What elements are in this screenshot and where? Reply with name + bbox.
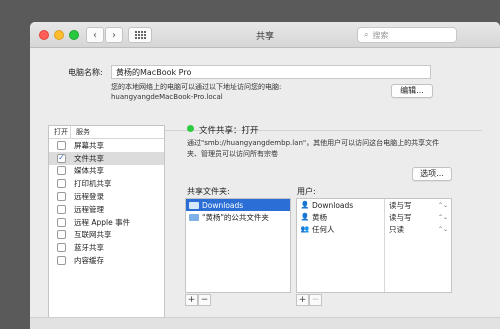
- add-user-button[interactable]: +: [296, 294, 309, 306]
- folder-row-public[interactable]: "黄杨"的公共文件夹: [186, 211, 290, 223]
- options-button[interactable]: 选项...: [412, 167, 452, 181]
- shared-folders-list: Downloads "黄杨"的公共文件夹: [185, 198, 291, 293]
- checkbox[interactable]: [57, 256, 66, 266]
- title-bar: ‹ › 共享 ⌕: [30, 22, 500, 48]
- permission-value: 只读: [389, 224, 404, 234]
- service-label: 屏幕共享: [74, 140, 104, 150]
- service-row-internet-sharing[interactable]: 互联网共享: [49, 229, 164, 242]
- service-label: 文件共享: [74, 153, 104, 163]
- service-row-bluetooth-sharing[interactable]: 蓝牙共享: [49, 241, 164, 254]
- permission-value: 读与写: [389, 212, 412, 222]
- status-indicator: [187, 125, 194, 132]
- checkbox[interactable]: [57, 230, 66, 240]
- checkmark-icon: ✓: [58, 153, 65, 163]
- network-access-info: 您的本地网络上的电脑可以通过以下地址访问您的电脑:: [111, 83, 282, 91]
- sharing-window: ‹ › 共享 ⌕ 电脑名称: 黄杨的MacBook Pro 您的本地网络上的电脑…: [30, 22, 500, 329]
- users-add-remove: + −: [296, 294, 322, 306]
- folder-icon: [189, 201, 199, 209]
- service-row-remote-apple-events[interactable]: 远程 Apple 事件: [49, 216, 164, 229]
- person-icon: 👤: [300, 213, 310, 221]
- on-column-header: 打开: [49, 126, 71, 138]
- service-label: 远程登录: [74, 192, 104, 202]
- permission-popup[interactable]: 读与写 ⌃⌄: [385, 211, 452, 223]
- services-list: 打开 服务 屏幕共享 ✓ 文件共享 媒体共享 打印机共享 远程登录 远程管理 远程…: [48, 125, 165, 321]
- updown-arrows-icon: ⌃⌄: [437, 213, 448, 221]
- service-row-remote-management[interactable]: 远程管理: [49, 203, 164, 216]
- service-row-screen-sharing[interactable]: 屏幕共享: [49, 139, 164, 152]
- local-address: huangyangdeMacBook-Pro.local: [111, 93, 223, 101]
- add-folder-button[interactable]: +: [185, 294, 198, 306]
- service-label: 远程 Apple 事件: [74, 217, 131, 227]
- checkbox[interactable]: [57, 179, 66, 189]
- checkbox[interactable]: [57, 192, 66, 202]
- service-label: 互联网共享: [74, 230, 112, 240]
- folder-name: "黄杨"的公共文件夹: [202, 212, 269, 222]
- computer-name-field[interactable]: 黄杨的MacBook Pro: [111, 65, 431, 79]
- computer-name-label: 电脑名称:: [68, 68, 103, 77]
- service-row-content-caching[interactable]: 内容缓存: [49, 254, 164, 267]
- service-column-header: 服务: [76, 128, 90, 136]
- folder-icon: [189, 213, 199, 221]
- service-label: 内容缓存: [74, 256, 104, 266]
- users-label: 用户:: [297, 187, 316, 196]
- user-name: 任何人: [312, 224, 335, 234]
- updown-arrows-icon: ⌃⌄: [437, 225, 448, 233]
- shared-folders-label: 共享文件夹:: [187, 187, 230, 196]
- remove-folder-button[interactable]: −: [198, 294, 211, 306]
- search-input[interactable]: [372, 30, 451, 40]
- updown-arrows-icon: ⌃⌄: [437, 201, 448, 209]
- service-row-media-sharing[interactable]: 媒体共享: [49, 165, 164, 178]
- folder-name: Downloads: [202, 200, 244, 210]
- service-label: 远程管理: [74, 204, 104, 214]
- user-name: Downloads: [312, 200, 354, 210]
- service-row-remote-login[interactable]: 远程登录: [49, 190, 164, 203]
- checkbox[interactable]: ✓: [57, 153, 66, 163]
- checkbox[interactable]: [57, 204, 66, 214]
- sharing-description-line-1: 通过"smb://huangyangdembp.lan"，其他用户可以访问这台电…: [187, 139, 440, 147]
- checkbox[interactable]: [57, 166, 66, 176]
- service-row-file-sharing[interactable]: ✓ 文件共享: [49, 151, 164, 165]
- person-icon: 👤: [300, 201, 310, 209]
- service-row-printer-sharing[interactable]: 打印机共享: [49, 177, 164, 190]
- services-header: 打开 服务: [49, 126, 164, 139]
- folders-add-remove: + −: [185, 294, 211, 306]
- permission-popup[interactable]: 读与写 ⌃⌄: [385, 199, 452, 211]
- remove-user-button[interactable]: −: [309, 294, 322, 306]
- permission-popup[interactable]: 只读 ⌃⌄: [385, 223, 452, 235]
- folder-row-downloads[interactable]: Downloads: [186, 199, 290, 211]
- file-sharing-status: 文件共享：打开: [199, 126, 259, 136]
- permission-value: 读与写: [389, 200, 412, 210]
- permissions-column: 读与写 ⌃⌄ 读与写 ⌃⌄ 只读 ⌃⌄: [384, 199, 452, 292]
- bottom-bar: [30, 317, 500, 329]
- service-label: 媒体共享: [74, 166, 104, 176]
- service-label: 蓝牙共享: [74, 243, 104, 253]
- sharing-description-line-2: 夹、管理员可以访问所有宗卷: [187, 150, 278, 158]
- checkbox[interactable]: [57, 140, 66, 150]
- group-icon: 👥: [300, 225, 310, 233]
- user-name: 黄杨: [312, 212, 327, 222]
- edit-button[interactable]: 编辑...: [391, 84, 433, 98]
- search-icon: ⌕: [364, 30, 369, 39]
- search-field[interactable]: ⌕: [357, 27, 457, 43]
- checkbox[interactable]: [57, 217, 66, 227]
- service-label: 打印机共享: [74, 179, 112, 189]
- checkbox[interactable]: [57, 243, 66, 253]
